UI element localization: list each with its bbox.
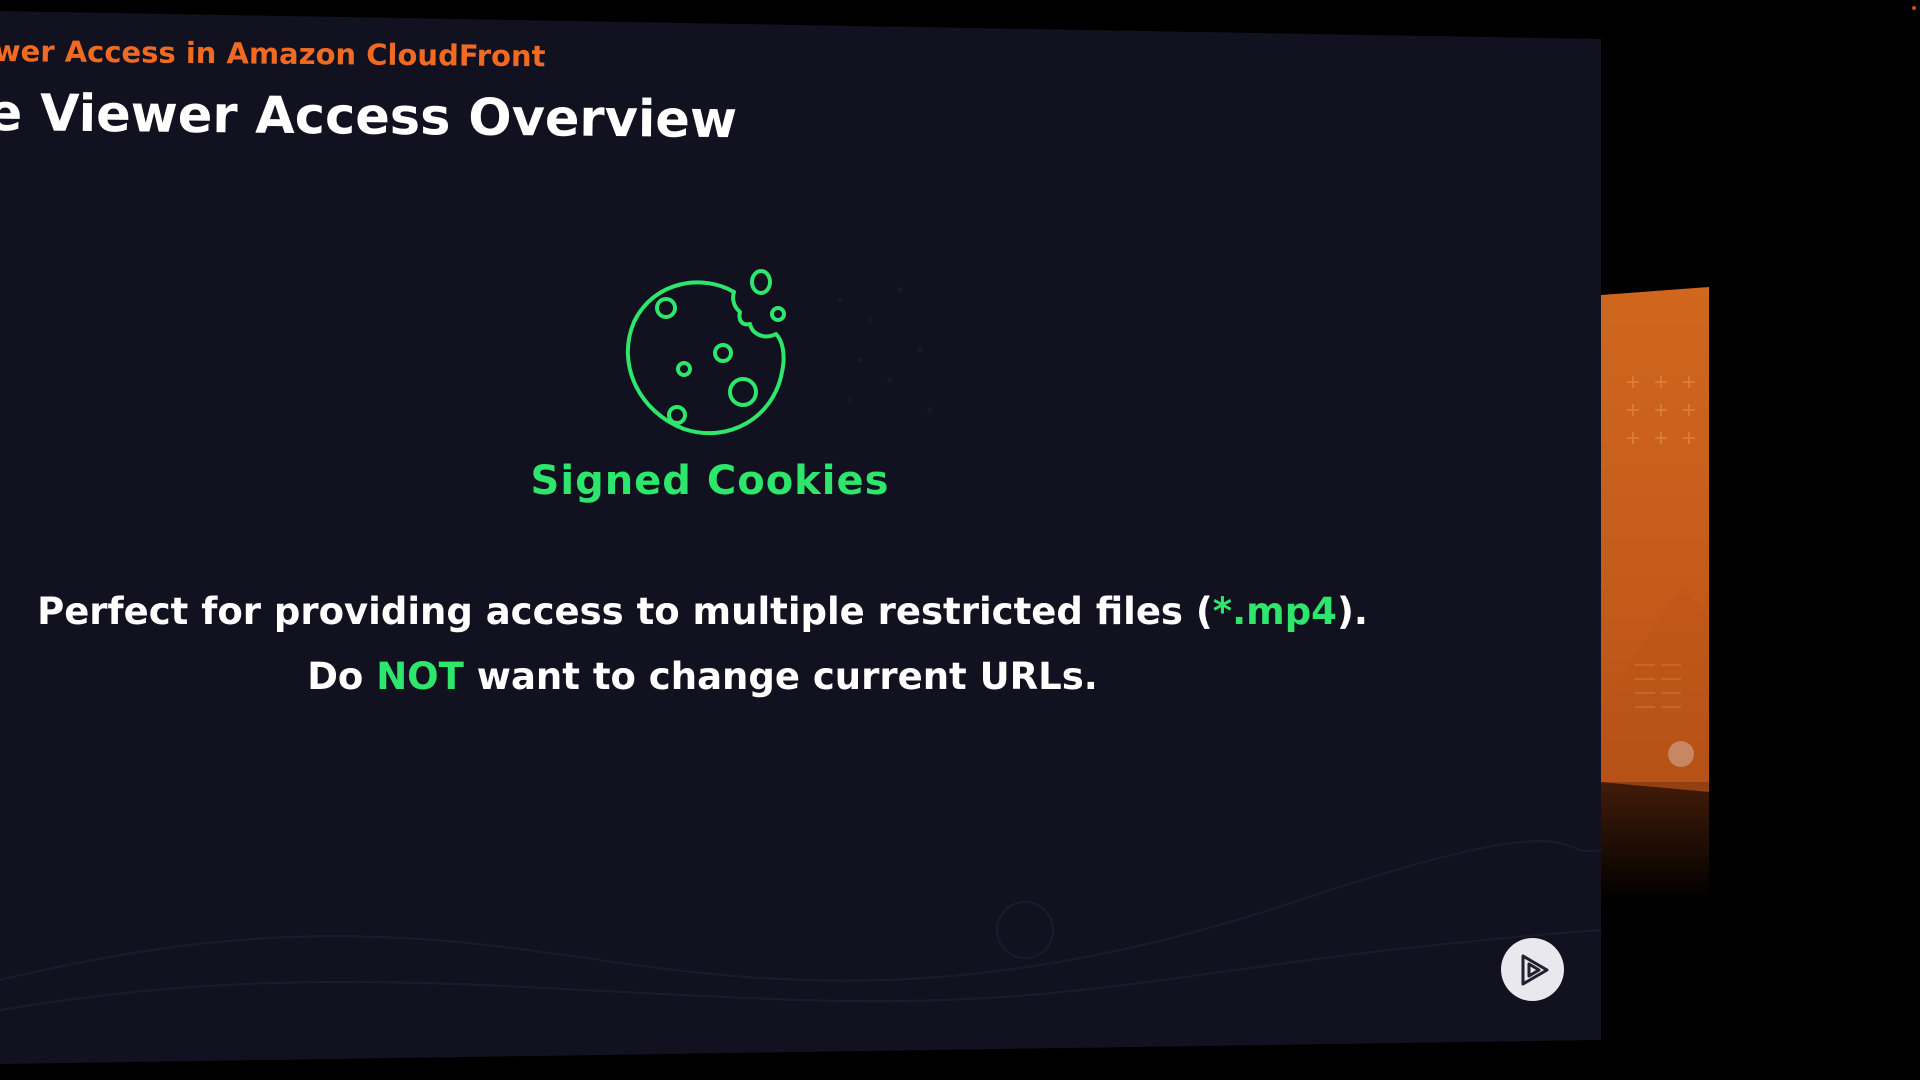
- course-title: wer Access in Amazon CloudFront: [0, 34, 546, 74]
- description-line-2-end: want to change current URLs.: [463, 655, 1098, 698]
- main-slide: wer Access in Amazon CloudFront e Viewer…: [0, 11, 1601, 1064]
- play-logo-glyph: [1521, 954, 1548, 985]
- next-slide-reflection: [1601, 782, 1709, 902]
- description-line-2-start: Do: [307, 655, 377, 698]
- slide-background-texture: [0, 287, 1601, 1011]
- description-line-1: Perfect for providing access to multiple…: [30, 590, 1375, 633]
- signed-cookies-label: Signed Cookies: [530, 458, 890, 504]
- slide-heading: e Viewer Access Overview: [0, 84, 738, 151]
- mp4-highlight: *.mp4: [1212, 590, 1337, 633]
- corner-dot: [1912, 6, 1916, 10]
- play-logo-icon: [1501, 938, 1564, 1001]
- description-line-2: Do NOT want to change current URLs.: [30, 655, 1375, 698]
- next-slide-play-icon: [1668, 741, 1694, 767]
- not-highlight: NOT: [376, 655, 464, 698]
- description-line-1-end: ).: [1336, 590, 1368, 633]
- cookie-icon: [625, 269, 786, 436]
- description-line-1-start: Perfect for providing access to multiple…: [37, 590, 1213, 633]
- presentation-stage: wer Access in Amazon CloudFront e Viewer…: [0, 0, 1920, 1080]
